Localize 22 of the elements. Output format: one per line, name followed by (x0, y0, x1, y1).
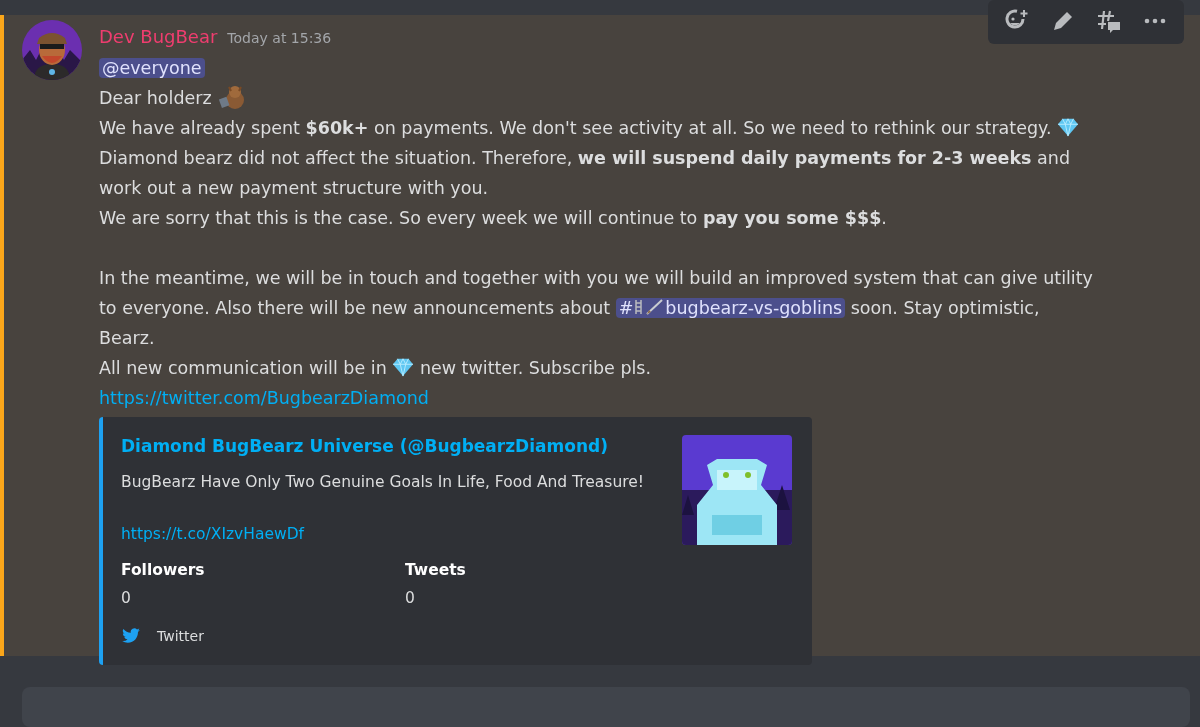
message-text: We are sorry that this is the case. So every week we will continue to pay you some $$$. (99, 207, 888, 230)
field-value: 0 (121, 588, 132, 609)
twitter-link[interactable]: https://twitter.com/BugbearzDiamond (99, 383, 429, 413)
diamond-icon (392, 357, 415, 377)
embed-title[interactable]: Diamond BugBearz Universe (@BugbearzDiamond) (121, 435, 666, 457)
field-name: Followers (121, 560, 206, 581)
bird-icon (121, 628, 141, 644)
field-name: Tweets (405, 560, 467, 581)
embed-link[interactable]: https://t.co/XIzvHaewDf (121, 523, 305, 545)
avatar[interactable] (22, 20, 82, 80)
thread-icon[interactable] (1096, 8, 1122, 34)
message-text: Dear holderz (99, 83, 1099, 113)
embed-description: BugBearz Have Only Two Genuine Goals In Life, Food And Treasure! (121, 472, 646, 493)
mention-tag[interactable]: @everyone (99, 58, 205, 78)
message-text: We have already spent $60k+ on payments. We don't see activity at all. So we need to rethink our strategy. Diamond bearz did not affect the situation. Therefore, we will suspend daily payments for 2-3 weeks and work out a new payment structure with you. (99, 113, 1099, 203)
footer-text: Twitter (157, 627, 204, 646)
diamond-icon (1057, 117, 1080, 137)
timestamp: Today at 15:36 (227, 29, 332, 48)
channel-link[interactable]: # bugbearz-vs-goblins (615, 298, 846, 318)
field-value: 0 (405, 588, 416, 609)
message-text: All new communication will be in new twitter. Subscribe pls. (99, 356, 653, 380)
message-text: In the meantime, we will be in touch and together with you we will build an improved system that can give utility to everyone. Also there will be new announcements about # bugbearz-vs-goblins soon. Stay optimistic, Bearz. (99, 267, 1094, 350)
